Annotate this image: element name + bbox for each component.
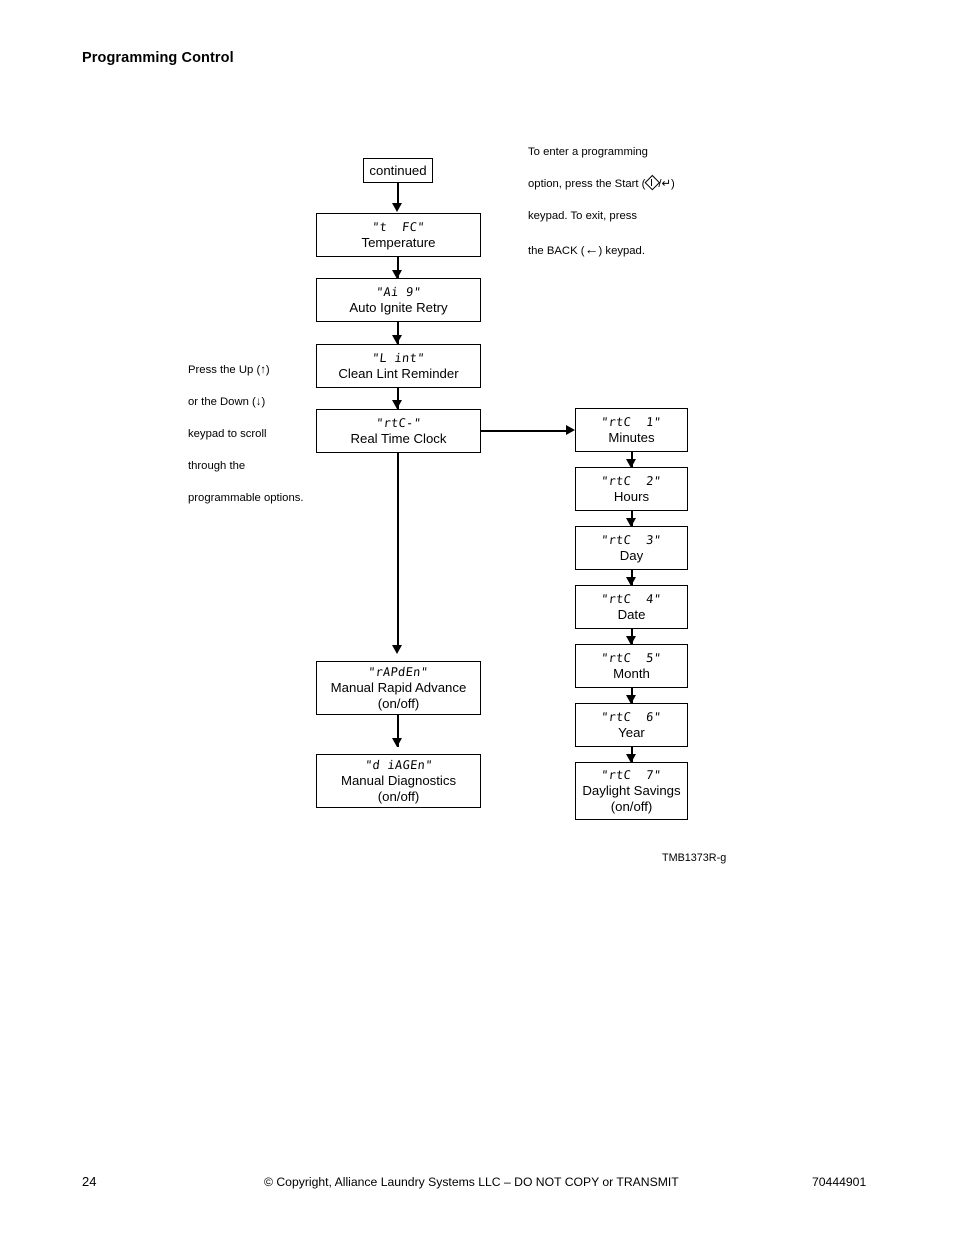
arrowhead-to-temperature [392,203,402,212]
node-auto-ignite-retry[interactable]: "Ai 9" Auto Ignite Retry [316,278,481,322]
node-manual-rapid-advance-code: "rAPdEn" [367,664,430,679]
scroll-note-line-1: Press the Up (↑) [188,364,270,377]
node-rtc-hours[interactable]: "rtC 2" Hours [575,467,688,511]
node-rtc-month-label: Month [613,665,650,681]
node-rtc-day-label: Day [619,547,644,563]
back-arrow-icon: ← [584,241,599,258]
node-rtc-minutes-label: Minutes [608,429,655,445]
node-rtc-date-label: Date [617,606,646,622]
enter-note-line-2-suffix: /↵) [658,178,675,191]
node-rtc-minutes[interactable]: "rtC 1" Minutes [575,408,688,452]
node-rtc-year-code: "rtC 6" [600,709,663,724]
scroll-note-line-5: programmable options. [188,492,304,505]
enter-note-line-2: option, press the Start ( /↵) [528,175,698,192]
node-rtc-month[interactable]: "rtC 5" Month [575,644,688,688]
arrowhead-to-real-time-clock [392,400,402,409]
arrowhead-to-clean-lint [392,335,402,344]
enter-note-line-1: To enter a programming [528,146,648,159]
node-rtc-daylight-savings-code: "rtC 7" [600,767,663,782]
node-rtc-month-code: "rtC 5" [600,650,663,665]
start-keypad-icon [644,175,660,191]
node-rtc-daylight-savings-label: Daylight Savings (on/off) [582,783,681,814]
scroll-note-line-2: or the Down (↓) [188,396,266,409]
node-manual-rapid-advance-label: Manual Rapid Advance (on/off) [330,680,467,711]
arrowhead-to-minutes [566,425,575,435]
footer-document-number: 70444901 [812,1175,867,1189]
programming-flow-diagram: To enter a programming option, press the… [0,0,954,1235]
enter-note-line-4: the BACK (←) keypad. [528,240,698,260]
node-rtc-date-code: "rtC 4" [600,591,663,606]
node-real-time-clock[interactable]: "rtC-" Real Time Clock [316,409,481,453]
enter-note-line-2-text: option, press the Start ( [528,178,646,191]
node-clean-lint-reminder-code: "L int" [371,350,426,365]
node-rtc-minutes-code: "rtC 1" [600,414,663,429]
footer-copyright: © Copyright, Alliance Laundry Systems LL… [264,1175,679,1189]
connector-real-time-clock-to-manual-rapid-advance [397,453,399,649]
node-rtc-day-code: "rtC 3" [600,532,663,547]
node-manual-diagnostics-label: Manual Diagnostics (on/off) [340,773,457,804]
figure-reference: TMB1373R-g [662,852,727,864]
enter-option-note: To enter a programming option, press the… [528,128,698,276]
node-rtc-date[interactable]: "rtC 4" Date [575,585,688,629]
connector-continued-to-temperature [397,183,399,205]
node-rtc-day[interactable]: "rtC 3" Day [575,526,688,570]
node-rtc-hours-label: Hours [613,488,650,504]
arrowhead-to-manual-rapid-advance [392,645,402,654]
node-auto-ignite-retry-code: "Ai 9" [375,284,422,299]
node-temperature-label: Temperature [361,234,436,250]
node-rtc-year[interactable]: "rtC 6" Year [575,703,688,747]
scroll-note-line-4: through the [188,460,246,473]
node-manual-diagnostics[interactable]: "d iAGEn" Manual Diagnostics (on/off) [316,754,481,808]
enter-note-line-3: keypad. To exit, press [528,210,638,223]
node-real-time-clock-code: "rtC-" [375,415,422,430]
node-clean-lint-reminder[interactable]: "L int" Clean Lint Reminder [316,344,481,388]
node-auto-ignite-retry-label: Auto Ignite Retry [349,299,448,315]
node-rtc-year-label: Year [618,724,645,740]
node-manual-rapid-advance[interactable]: "rAPdEn" Manual Rapid Advance (on/off) [316,661,481,715]
scroll-keypad-note: Press the Up (↑) or the Down (↓) keypad … [188,346,318,522]
enter-note-line-4-text: the BACK ( [528,245,585,258]
connector-real-time-clock-to-minutes [481,430,569,432]
node-temperature[interactable]: "t FC" Temperature [316,213,481,257]
node-rtc-hours-code: "rtC 2" [600,473,663,488]
node-temperature-code: "t FC" [371,219,426,234]
page-footer: 24 © Copyright, Alliance Laundry Systems… [0,1174,954,1194]
node-continued[interactable]: continued [363,158,433,183]
node-manual-diagnostics-code: "d iAGEn" [363,757,434,772]
node-clean-lint-reminder-label: Clean Lint Reminder [338,365,459,381]
arrowhead-to-manual-diagnostics [392,738,402,747]
node-rtc-daylight-savings[interactable]: "rtC 7" Daylight Savings (on/off) [575,762,688,820]
scroll-note-line-3: keypad to scroll [188,428,267,441]
enter-note-line-4-suffix: ) keypad. [598,245,645,258]
footer-page-number: 24 [82,1174,97,1189]
node-continued-label: continued [369,162,427,178]
node-real-time-clock-label: Real Time Clock [350,430,447,446]
